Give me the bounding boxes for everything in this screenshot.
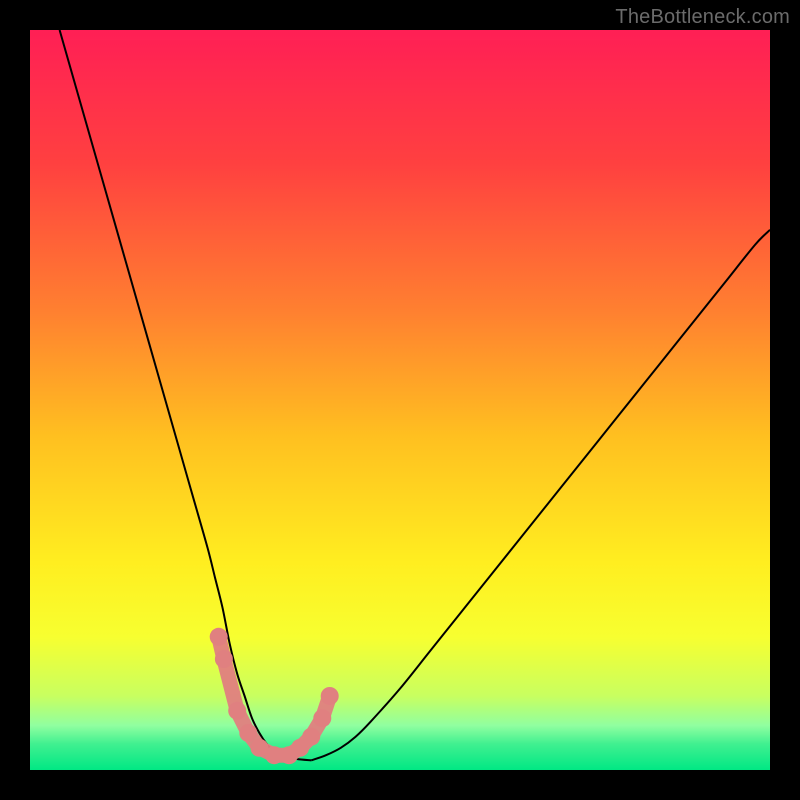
- dot-overlay-group: [210, 628, 339, 764]
- watermark-label: TheBottleneck.com: [615, 6, 790, 29]
- right-arm-path: [311, 230, 770, 761]
- dot-marker: [228, 702, 246, 720]
- plot-area: [30, 30, 770, 770]
- dot-marker: [313, 709, 331, 727]
- dot-marker: [302, 728, 320, 746]
- dot-marker: [239, 724, 257, 742]
- dot-marker: [215, 650, 233, 668]
- dot-marker: [210, 628, 228, 646]
- curve-layer: [30, 30, 770, 770]
- chart-frame: TheBottleneck.com: [0, 0, 800, 800]
- dot-marker: [321, 687, 339, 705]
- left-arm-path: [60, 30, 312, 760]
